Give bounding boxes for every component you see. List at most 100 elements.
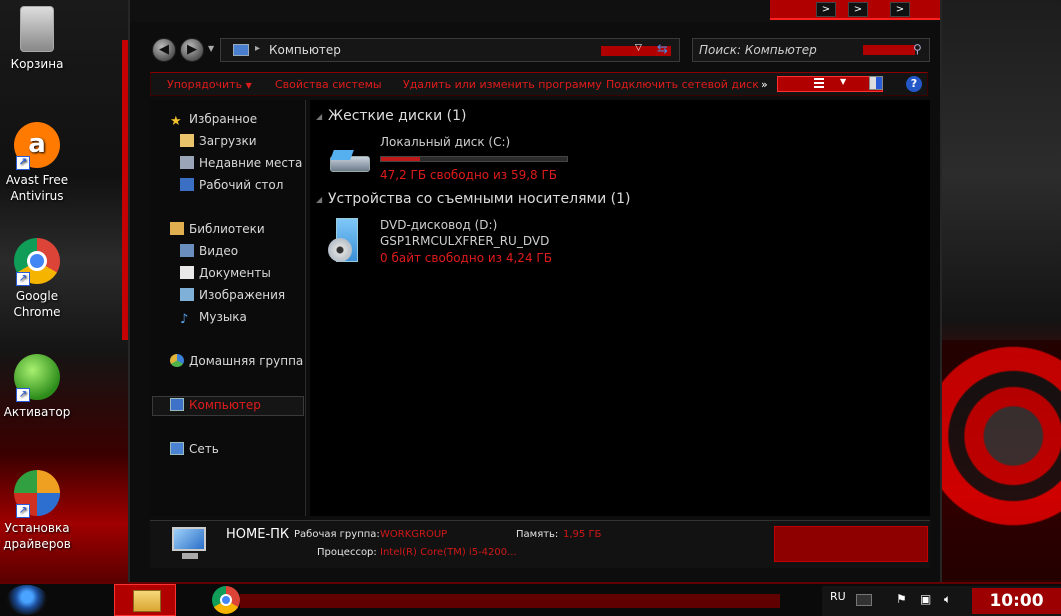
nav-label: Рабочий стол xyxy=(199,178,284,192)
activator-icon: ↗ xyxy=(14,354,60,402)
group-title: Устройства со съемными носителями (1) xyxy=(328,191,631,207)
organize-button[interactable]: Упорядочить ▼ xyxy=(167,78,252,91)
preview-pane-icon xyxy=(876,77,882,89)
desktop-icon xyxy=(180,178,194,191)
search-accent-bar xyxy=(863,45,915,55)
drive-d-name: DVD-дисковод (D:) xyxy=(380,218,498,232)
desktop-icon-chrome[interactable]: ↗ Google Chrome xyxy=(0,238,74,320)
taskbar-accent-strip xyxy=(240,594,780,608)
language-indicator[interactable]: RU xyxy=(830,590,846,603)
action-center-flag-icon[interactable]: ⚑ xyxy=(896,592,907,606)
view-icon xyxy=(814,78,824,90)
nav-music[interactable]: ♪ Музыка xyxy=(180,310,247,328)
window-title-bar: > > > xyxy=(130,0,940,22)
shortcut-arrow-icon: ↗ xyxy=(16,272,30,286)
desktop-icon-activator[interactable]: ↗ Активатор xyxy=(0,354,74,420)
title-button-1[interactable]: > xyxy=(816,2,836,17)
back-button[interactable]: ◀ xyxy=(152,38,176,62)
music-icon: ♪ xyxy=(180,312,189,327)
back-arrow-icon: ◀ xyxy=(159,42,169,57)
nav-label: Загрузки xyxy=(199,134,257,148)
nav-label: Домашняя группа xyxy=(189,354,304,368)
nav-homegroup[interactable]: Домашняя группа xyxy=(170,354,303,372)
search-input[interactable] xyxy=(699,42,859,58)
nav-video[interactable]: Видео xyxy=(180,244,238,262)
address-row: ◀ ▶ ▼ ▸ Компьютер ▽ ⇆ ⚲ xyxy=(130,34,940,66)
forward-button[interactable]: ▶ xyxy=(180,38,204,62)
workgroup-value: WORKGROUP xyxy=(380,529,448,540)
nav-label: Библиотеки xyxy=(189,222,265,236)
search-box[interactable]: ⚲ xyxy=(692,38,930,62)
shortcut-arrow-icon: ↗ xyxy=(16,504,30,518)
desktop-icon-recycle-bin[interactable]: Корзина xyxy=(0,6,74,72)
collapse-triangle-icon: ◢ xyxy=(316,112,323,121)
help-button[interactable]: ? xyxy=(906,76,922,92)
wallpaper-sphere xyxy=(942,340,1061,580)
uninstall-program-button[interactable]: Удалить или изменить программу xyxy=(403,78,602,91)
nav-computer[interactable]: Компьютер xyxy=(170,398,261,416)
view-options-bar[interactable]: ▼ xyxy=(777,76,883,92)
clock[interactable]: 10:00 xyxy=(972,588,1061,614)
desktop-icon-label: Google Chrome xyxy=(13,289,61,319)
explorer-window: > > > ◀ ▶ ▼ ▸ Компьютер ▽ ⇆ ⚲ Упорядочит… xyxy=(128,0,942,582)
computer-icon xyxy=(170,398,184,411)
start-button[interactable] xyxy=(6,585,48,615)
taskbar-chrome-button[interactable] xyxy=(196,584,258,616)
address-bar[interactable]: ▸ Компьютер ▽ ⇆ xyxy=(220,38,680,62)
title-button-2[interactable]: > xyxy=(848,2,868,17)
nav-network[interactable]: Сеть xyxy=(170,442,219,460)
taskbar-explorer-button[interactable] xyxy=(114,584,176,616)
drive-c-free-space: 47,2 ГБ свободно из 59,8 ГБ xyxy=(380,168,558,182)
nav-images[interactable]: Изображения xyxy=(180,288,285,306)
workgroup-label: Рабочая группа: xyxy=(294,529,380,540)
drive-d-free-space: 0 байт свободно из 4,24 ГБ xyxy=(380,251,552,265)
navigation-pane: ★ Избранное Загрузки Недавние места Рабоч… xyxy=(150,100,306,516)
group-header-removable[interactable]: ◢ Устройства со съемными носителями (1) xyxy=(316,191,631,207)
preview-pane-button[interactable] xyxy=(869,76,883,90)
search-icon[interactable]: ⚲ xyxy=(913,42,922,56)
desktop-icon-label: Avast Free Antivirus xyxy=(5,173,69,203)
keyboard-icon[interactable] xyxy=(856,594,872,606)
cpu-value: Intel(R) Core(TM) i5-4200... xyxy=(380,547,517,558)
downloads-folder-icon xyxy=(180,134,194,147)
details-accent-block xyxy=(774,526,928,562)
folder-icon xyxy=(133,590,161,612)
nav-label: Видео xyxy=(199,244,239,258)
network-tray-icon[interactable]: ▣ xyxy=(920,592,931,606)
star-icon: ★ xyxy=(170,114,182,129)
computer-large-icon xyxy=(168,525,210,563)
map-network-drive-button[interactable]: Подключить сетевой диск xyxy=(606,78,759,91)
forward-arrow-icon: ▶ xyxy=(187,42,197,57)
volume-icon[interactable]: 🔈︎ xyxy=(944,592,951,607)
address-dropdown-icon[interactable]: ▽ xyxy=(635,43,642,53)
nav-recent[interactable]: Недавние места xyxy=(180,156,302,174)
recycle-bin-icon xyxy=(20,6,54,52)
address-path[interactable]: Компьютер xyxy=(269,43,341,57)
desktop-icon-avast[interactable]: a ↗ Avast Free Antivirus xyxy=(0,122,74,204)
system-properties-button[interactable]: Свойства системы xyxy=(275,78,382,91)
nav-desktop[interactable]: Рабочий стол xyxy=(180,178,283,196)
desktop-icon-driver-install[interactable]: ↗ Установка драйверов xyxy=(0,470,74,552)
nav-label: Сеть xyxy=(189,442,219,456)
history-dropdown-icon[interactable]: ▼ xyxy=(208,44,214,53)
content-pane: ◢ Жесткие диски (1) Локальный диск (C:) 4… xyxy=(310,100,930,516)
shortcut-arrow-icon: ↗ xyxy=(16,156,30,170)
command-bar: Упорядочить ▼ Свойства системы Удалить и… xyxy=(150,72,928,96)
group-header-hdd[interactable]: ◢ Жесткие диски (1) xyxy=(316,108,466,124)
title-button-3[interactable]: > xyxy=(890,2,910,17)
libraries-icon xyxy=(170,222,184,235)
nav-downloads[interactable]: Загрузки xyxy=(180,134,257,152)
system-tray: RU ⚑ ▣ 🔈︎ 10:00 xyxy=(822,586,1061,616)
nav-label: Избранное xyxy=(189,112,258,126)
drive-c-name: Локальный диск (C:) xyxy=(380,135,511,149)
chevron-down-icon: ▼ xyxy=(840,77,847,86)
nav-libraries[interactable]: Библиотеки xyxy=(170,222,265,240)
refresh-icon[interactable]: ⇆ xyxy=(657,42,668,57)
nav-documents[interactable]: Документы xyxy=(180,266,271,284)
recent-places-icon xyxy=(180,156,194,169)
taskbar: RU ⚑ ▣ 🔈︎ 10:00 xyxy=(0,582,1061,616)
nav-label: Музыка xyxy=(199,310,247,324)
shortcut-arrow-icon: ↗ xyxy=(16,388,30,402)
more-commands-button[interactable]: » xyxy=(761,78,768,91)
nav-favorites[interactable]: ★ Избранное xyxy=(170,112,257,130)
